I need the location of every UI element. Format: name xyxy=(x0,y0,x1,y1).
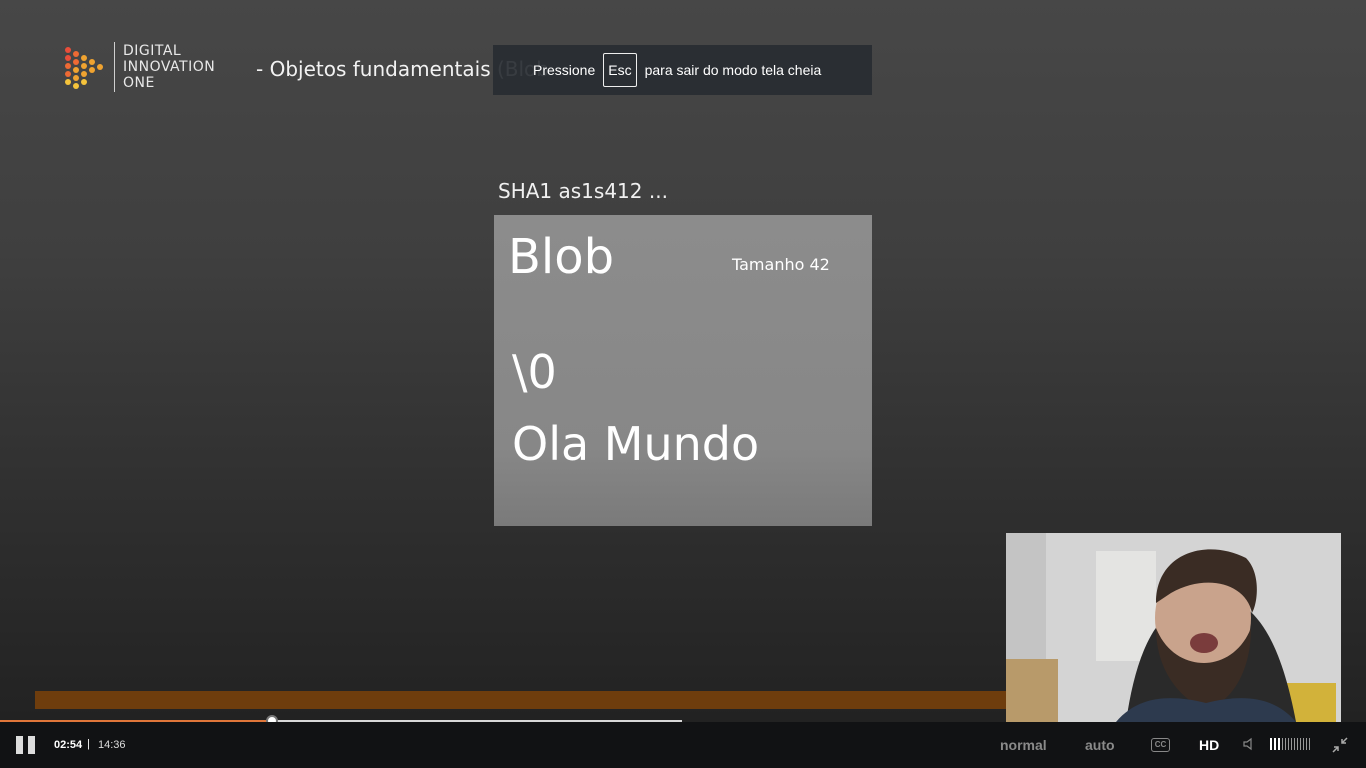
logo-line-2: INNOVATION xyxy=(123,59,216,75)
current-time: 02:54 xyxy=(54,739,83,751)
blob-card-null-byte: \0 xyxy=(512,345,557,399)
blob-card: Blob Tamanho 42 \0 Ola Mundo xyxy=(494,215,872,526)
total-time: 14:36 xyxy=(98,739,126,751)
pause-button[interactable] xyxy=(16,736,36,756)
volume-level-bar xyxy=(1282,738,1283,750)
pause-icon xyxy=(16,736,23,754)
presenter-webcam xyxy=(1006,533,1341,722)
volume-level-bar xyxy=(1274,738,1276,750)
player-controls: 02:54 | 14:36 normal auto CC HD xyxy=(0,722,1366,768)
volume-level-bar xyxy=(1291,738,1292,750)
playback-speed-button[interactable]: normal xyxy=(1000,737,1047,753)
blob-card-title: Blob xyxy=(508,229,615,285)
time-separator: | xyxy=(87,738,90,750)
volume-level-bar xyxy=(1297,738,1298,750)
blob-card-size: Tamanho 42 xyxy=(732,255,830,274)
logo-line-3: ONE xyxy=(123,75,155,91)
hint-text-before: Pressione xyxy=(533,62,596,78)
closed-captions-icon[interactable]: CC xyxy=(1151,738,1170,752)
logo-divider xyxy=(114,42,115,92)
sha-label: SHA1 as1s412 ... xyxy=(498,179,668,203)
brand-logo: DIGITAL INNOVATION ONE xyxy=(62,42,215,92)
volume-slider[interactable] xyxy=(1270,738,1310,750)
volume-level-bar xyxy=(1288,738,1289,750)
dio-logo-icon xyxy=(65,47,103,89)
exit-fullscreen-icon[interactable] xyxy=(1331,736,1349,754)
logo-line-1: DIGITAL xyxy=(123,43,182,59)
fullscreen-exit-hint: Pressione Esc para sair do modo tela che… xyxy=(493,45,872,95)
presenter-image xyxy=(1006,533,1341,722)
volume-level-bar xyxy=(1300,738,1301,750)
volume-level-bar xyxy=(1270,738,1272,750)
quality-button[interactable]: auto xyxy=(1085,737,1115,753)
slide-accent-bar xyxy=(35,691,1010,709)
volume-level-bar xyxy=(1306,738,1307,750)
esc-key-badge: Esc xyxy=(603,53,637,87)
volume-level-bar xyxy=(1294,738,1295,750)
volume-level-bar xyxy=(1278,738,1280,750)
volume-icon[interactable] xyxy=(1243,737,1257,751)
blob-card-content: Ola Mundo xyxy=(512,417,760,471)
hint-text-after: para sair do modo tela cheia xyxy=(644,62,822,78)
video-frame[interactable]: DIGITAL INNOVATION ONE - Objetos fundame… xyxy=(0,0,1366,722)
volume-level-bar xyxy=(1309,738,1310,750)
logo-text: DIGITAL INNOVATION ONE xyxy=(123,43,215,91)
volume-level-bar xyxy=(1303,738,1304,750)
hd-toggle-button[interactable]: HD xyxy=(1199,737,1219,753)
volume-level-bar xyxy=(1285,738,1286,750)
